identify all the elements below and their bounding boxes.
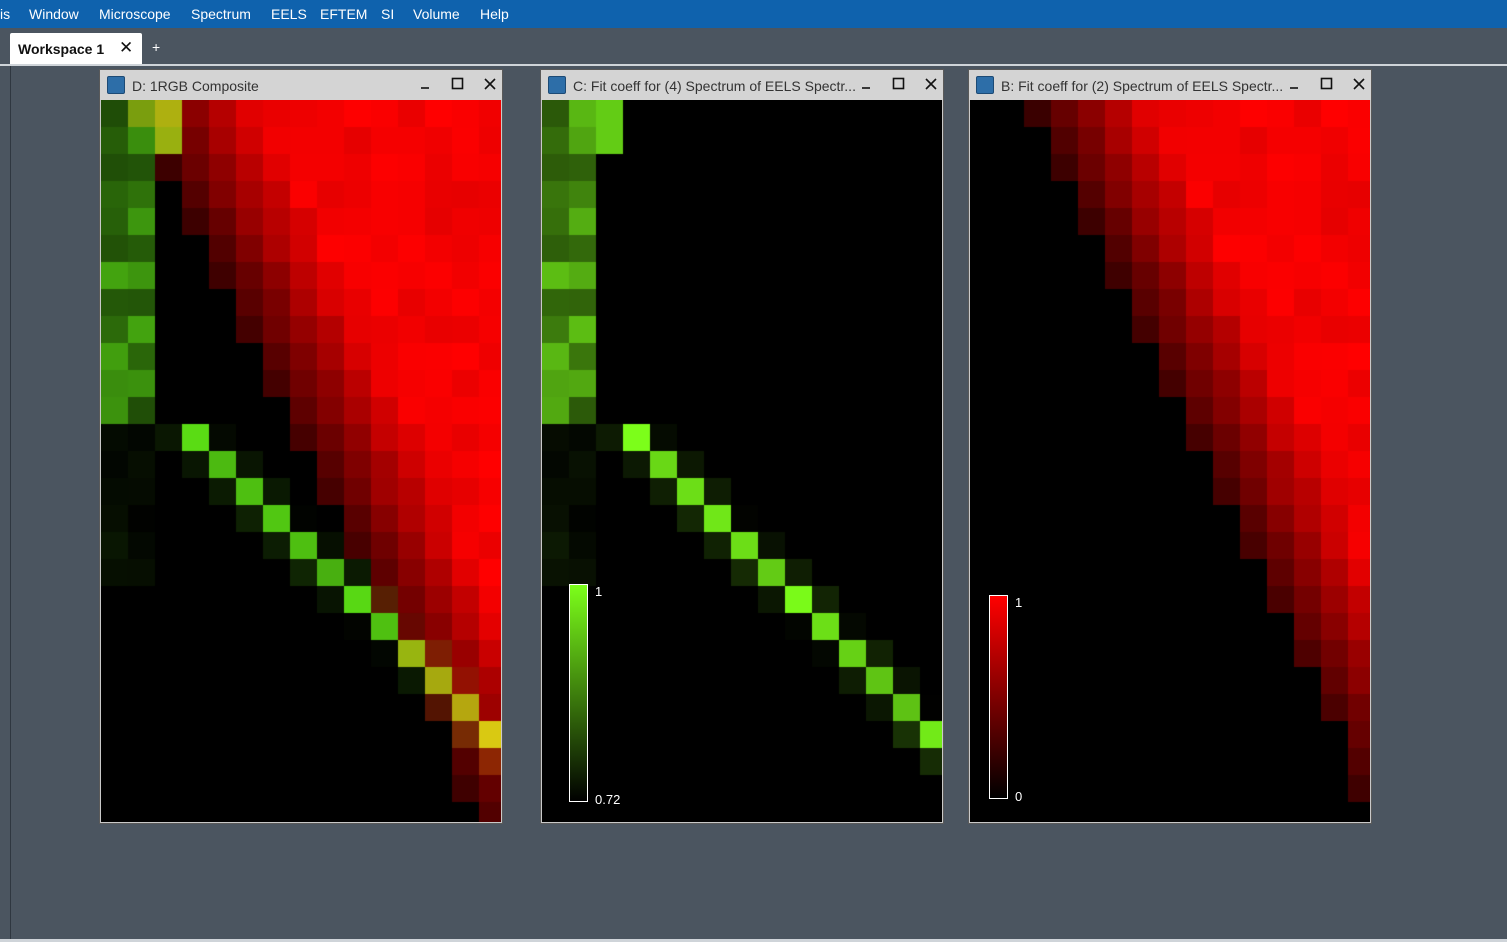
window-title: C: Fit coeff for (4) Spectrum of EELS Sp…: [573, 78, 856, 94]
minimize-icon[interactable]: [418, 76, 434, 92]
app-icon: [976, 76, 994, 94]
workspace-tab-bar: Workspace 1 ✕ +: [0, 28, 1507, 64]
menu-microscope[interactable]: Microscope: [99, 6, 171, 22]
image-window-fit-coeff-2[interactable]: B: Fit coeff for (2) Spectrum of EELS Sp…: [968, 69, 1372, 824]
menu-bar: is Window Microscope Spectrum EELS EFTEM…: [0, 0, 1507, 28]
colorbar-max-label: 1: [595, 584, 603, 599]
close-icon[interactable]: [923, 76, 939, 92]
window-titlebar[interactable]: B: Fit coeff for (2) Spectrum of EELS Sp…: [969, 70, 1371, 100]
window-title: B: Fit coeff for (2) Spectrum of EELS Sp…: [1001, 78, 1284, 94]
menu-eftem[interactable]: EFTEM: [320, 6, 367, 22]
tab-close-icon[interactable]: ✕: [119, 39, 133, 56]
window-title: D: 1RGB Composite: [132, 78, 259, 94]
minimize-icon[interactable]: [859, 76, 875, 92]
colorbar-min-label: 0: [1015, 789, 1023, 804]
red-map-image: [970, 100, 1370, 822]
menu-analysis[interactable]: is: [0, 6, 10, 22]
app-icon: [548, 76, 566, 94]
window-titlebar[interactable]: D: 1RGB Composite: [100, 70, 502, 100]
image-window-composite[interactable]: D: 1RGB Composite: [99, 69, 503, 824]
composite-map-image: [101, 100, 501, 822]
app-icon: [107, 76, 125, 94]
add-tab-button[interactable]: +: [152, 39, 160, 55]
menu-window[interactable]: Window: [29, 6, 79, 22]
maximize-icon[interactable]: [450, 76, 466, 92]
close-icon[interactable]: [482, 76, 498, 92]
menu-spectrum[interactable]: Spectrum: [191, 6, 251, 22]
close-icon[interactable]: [1351, 76, 1367, 92]
menu-help[interactable]: Help: [480, 6, 509, 22]
colorbar-max-label: 1: [1015, 595, 1023, 610]
image-window-fit-coeff-4[interactable]: C: Fit coeff for (4) Spectrum of EELS Sp…: [540, 69, 944, 824]
colorbar-min-label: 0.72: [595, 792, 621, 807]
image-canvas[interactable]: [101, 100, 501, 822]
tab-workspace-1[interactable]: Workspace 1 ✕: [10, 33, 142, 64]
maximize-icon[interactable]: [1319, 76, 1335, 92]
menu-si[interactable]: SI: [381, 6, 394, 22]
colorbar: [989, 595, 1008, 799]
tab-label: Workspace 1: [18, 41, 105, 57]
menu-volume[interactable]: Volume: [413, 6, 460, 22]
window-titlebar[interactable]: C: Fit coeff for (4) Spectrum of EELS Sp…: [541, 70, 943, 100]
image-canvas[interactable]: 1 0.72: [542, 100, 942, 822]
minimize-icon[interactable]: [1287, 76, 1303, 92]
green-map-image: [542, 100, 942, 822]
image-canvas[interactable]: 1 0: [970, 100, 1370, 822]
colorbar: [569, 584, 588, 802]
menu-eels[interactable]: EELS: [271, 6, 307, 22]
maximize-icon[interactable]: [891, 76, 907, 92]
